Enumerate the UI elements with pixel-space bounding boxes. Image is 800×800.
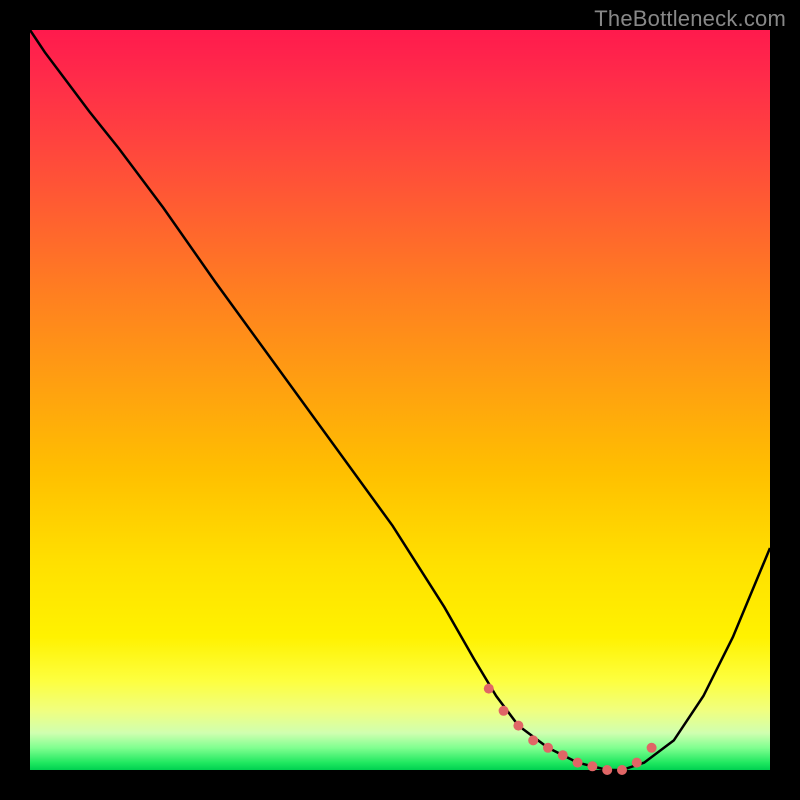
sweet-spot-dots bbox=[484, 684, 657, 775]
sweet-spot-dot bbox=[558, 750, 568, 760]
sweet-spot-dot bbox=[484, 684, 494, 694]
sweet-spot-dot bbox=[543, 743, 553, 753]
sweet-spot-dot bbox=[573, 758, 583, 768]
sweet-spot-dot bbox=[528, 735, 538, 745]
plot-area bbox=[30, 30, 770, 770]
sweet-spot-dot bbox=[587, 761, 597, 771]
bottleneck-curve bbox=[30, 30, 770, 770]
chart-frame: TheBottleneck.com bbox=[0, 0, 800, 800]
sweet-spot-dot bbox=[513, 721, 523, 731]
sweet-spot-dot bbox=[499, 706, 509, 716]
sweet-spot-dot bbox=[647, 743, 657, 753]
curve-layer bbox=[30, 30, 770, 770]
sweet-spot-dot bbox=[617, 765, 627, 775]
watermark-text: TheBottleneck.com bbox=[594, 6, 786, 32]
sweet-spot-dot bbox=[632, 758, 642, 768]
sweet-spot-dot bbox=[602, 765, 612, 775]
